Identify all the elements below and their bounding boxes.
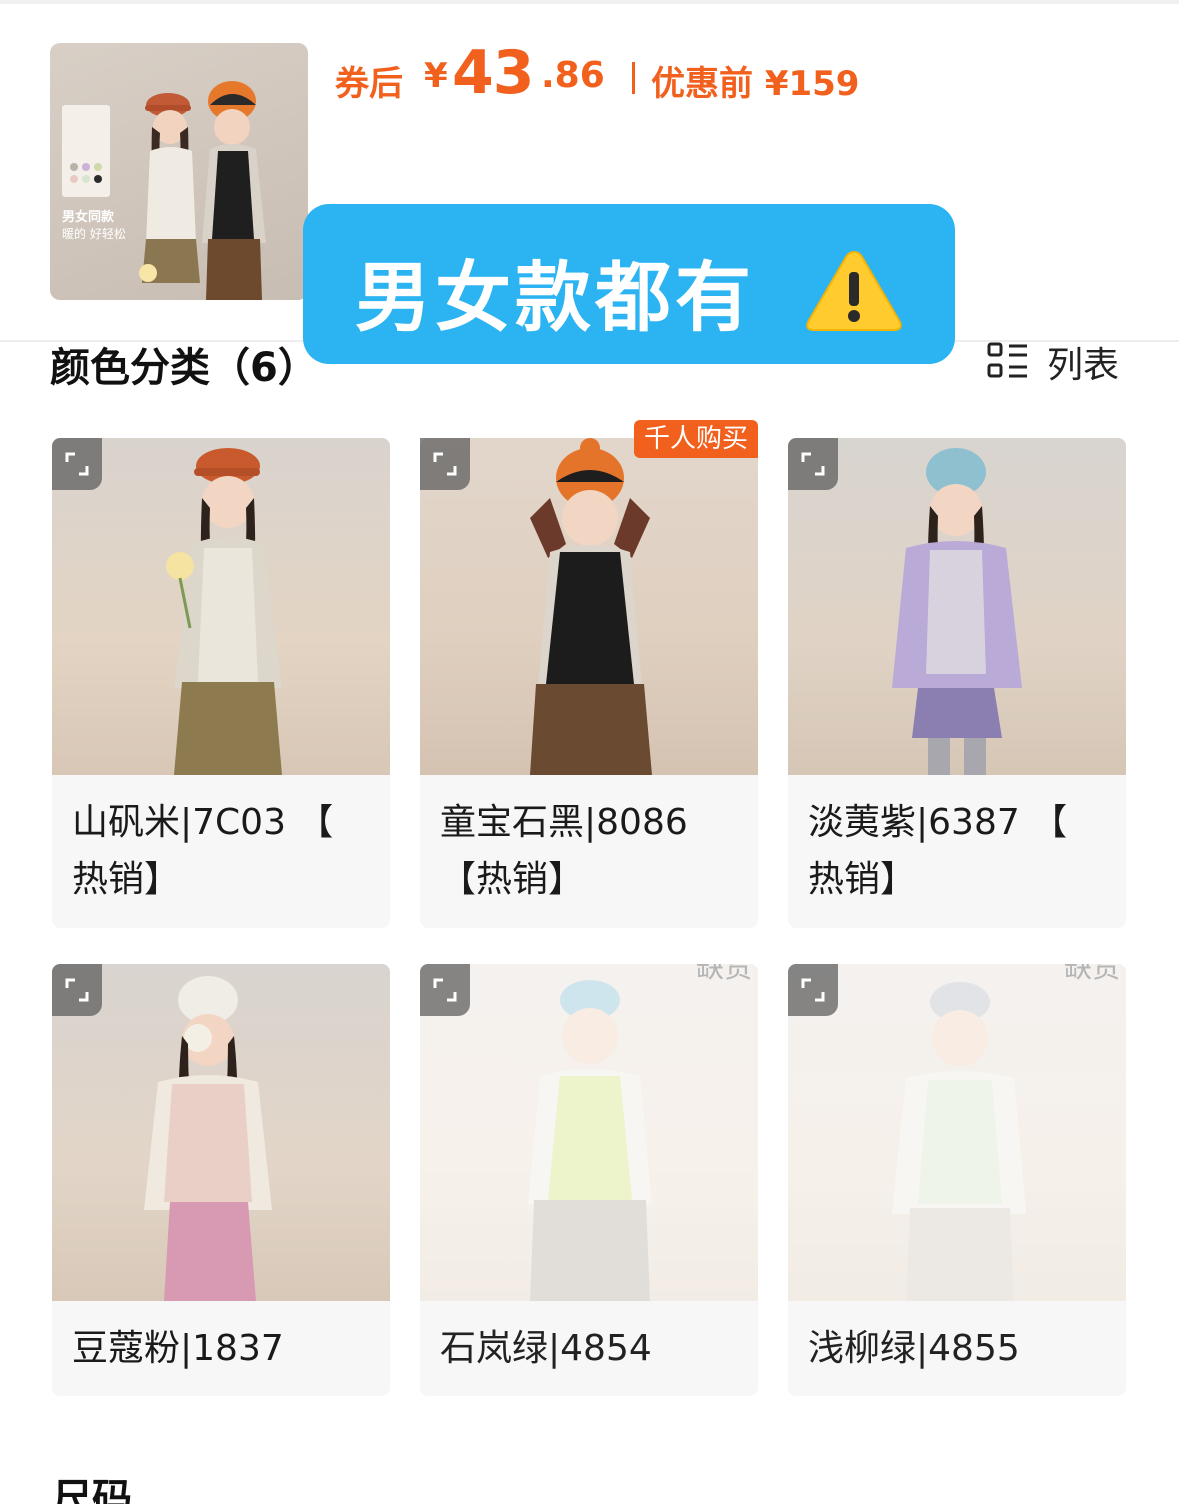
color-option-6[interactable]: 缺货 浅柳绿|4855 (788, 964, 1126, 1396)
price-decimal: .86 (541, 55, 605, 96)
color-name-line1: 童宝石黑|8086 (440, 802, 688, 843)
product-model-illustration (530, 438, 652, 775)
expand-icon (433, 978, 457, 1002)
expand-icon (65, 978, 89, 1002)
color-option-name: 浅柳绿|4855 (808, 1320, 1113, 1377)
color-option-image (420, 438, 758, 775)
color-option-name: 山矾米|7C03 【 热销】 (72, 794, 377, 908)
color-option-image (52, 964, 390, 1301)
color-name-line1: 淡荑紫|6387 【 (808, 802, 1068, 843)
annotation-banner: 男女款都有 (303, 204, 955, 364)
tagline-main: 男女同款 (62, 210, 115, 225)
out-of-stock-label: 缺货 (1063, 964, 1120, 984)
color-option-name: 童宝石黑|8086 【热销】 (440, 794, 745, 908)
color-option-2[interactable]: 千人购买 童宝石黑|8086 【热销】 (420, 420, 758, 928)
color-section-title: 颜色分类（6） (50, 345, 318, 391)
product-model-illustration (144, 976, 272, 1301)
out-of-stock-overlay (420, 964, 758, 1301)
product-thumbnail[interactable]: 男女同款 暖的 好轻松 (50, 43, 308, 300)
thumbnail-tagline: 男女同款 暖的 好轻松 (62, 209, 126, 243)
product-model-illustration (892, 448, 1022, 775)
banner-text: 男女款都有 (355, 253, 755, 342)
top-divider (0, 0, 1179, 4)
color-name-line1: 山矾米|7C03 【 (72, 802, 334, 843)
expand-image-button[interactable] (420, 438, 470, 490)
currency-symbol: ¥ (424, 56, 448, 96)
color-option-1[interactable]: 山矾米|7C03 【 热销】 (52, 438, 390, 928)
tagline-sub: 暖的 好轻松 (62, 227, 126, 241)
after-coupon-label: 券后 (335, 64, 403, 104)
color-option-image (788, 438, 1126, 775)
size-section-title: 尺码 (52, 1476, 132, 1504)
product-model-illustration (166, 448, 282, 775)
original-price: 优惠前 ¥159 (651, 64, 860, 104)
expand-icon (801, 978, 825, 1002)
color-option-image (420, 964, 758, 1301)
color-name-line1: 浅柳绿|4855 (808, 1328, 1020, 1369)
color-option-name: 石岚绿|4854 (440, 1320, 745, 1377)
expand-image-button[interactable] (788, 438, 838, 490)
color-option-4[interactable]: 豆蔻粉|1837 (52, 964, 390, 1396)
expand-image-button[interactable] (788, 964, 838, 1016)
price-separator (632, 62, 635, 94)
color-option-3[interactable]: 淡荑紫|6387 【 热销】 (788, 438, 1126, 928)
color-option-5[interactable]: 缺货 石岚绿|4854 (420, 964, 758, 1396)
warning-icon (806, 250, 902, 331)
color-option-name: 淡荑紫|6387 【 热销】 (808, 794, 1113, 908)
price-integer: 43 (452, 38, 534, 108)
list-view-icon (987, 342, 1027, 378)
color-palette-card (62, 105, 110, 197)
color-option-name: 豆蔻粉|1837 (72, 1320, 377, 1377)
color-name-line2: 热销】 (72, 859, 181, 900)
color-option-image (788, 964, 1126, 1301)
expand-icon (801, 452, 825, 476)
color-name-line1: 豆蔻粉|1837 (72, 1328, 284, 1369)
expand-image-button[interactable] (420, 964, 470, 1016)
list-view-label: 列表 (1047, 345, 1120, 386)
expand-icon (433, 452, 457, 476)
hot-purchase-badge: 千人购买 (633, 420, 758, 458)
color-name-line1: 石岚绿|4854 (440, 1328, 652, 1369)
expand-image-button[interactable] (52, 964, 102, 1016)
expand-icon (65, 452, 89, 476)
color-option-image (52, 438, 390, 775)
color-name-line2: 热销】 (808, 859, 917, 900)
out-of-stock-overlay (788, 964, 1126, 1301)
color-name-line2: 【热销】 (440, 859, 585, 900)
expand-image-button[interactable] (52, 438, 102, 490)
list-view-toggle[interactable]: 列表 (987, 340, 1119, 386)
out-of-stock-label: 缺货 (695, 964, 752, 984)
